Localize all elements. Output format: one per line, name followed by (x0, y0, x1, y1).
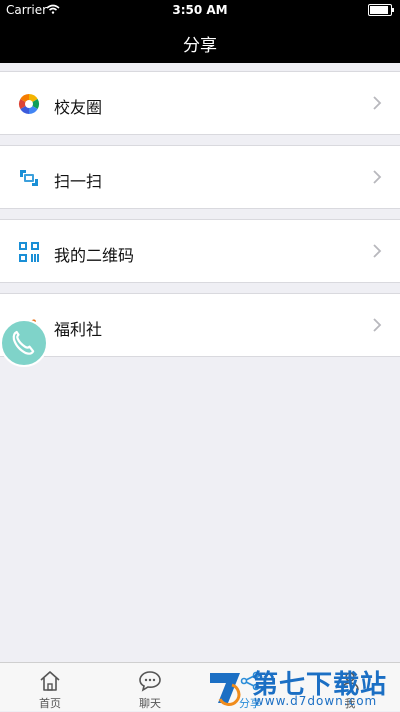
menu-item-alumni-circle[interactable]: 校友圈 (0, 71, 400, 135)
menu-item-label: 我的二维码 (54, 246, 135, 265)
qr-code-icon (19, 242, 39, 262)
top-bar: Carrier 3:50 AM 分享 (0, 0, 400, 63)
tab-chat[interactable]: 聊天 (100, 663, 200, 712)
watermark: 第七下载站 www.d7down.com (206, 662, 400, 711)
chevron-right-icon (373, 318, 382, 332)
watermark-url: www.d7down.com (254, 694, 378, 708)
watermark-logo (210, 673, 241, 707)
scan-icon (20, 170, 38, 186)
page-title: 分享 (183, 36, 217, 56)
tab-label: 聊天 (139, 697, 161, 710)
menu-item-welfare-club[interactable]: 福利社 (0, 293, 400, 357)
chat-icon (139, 671, 161, 692)
chevron-right-icon (373, 96, 382, 110)
tab-label: 首页 (39, 697, 61, 710)
menu-item-label: 扫一扫 (54, 172, 103, 191)
battery-level (370, 6, 388, 14)
chevron-right-icon (373, 170, 382, 184)
phone-icon (12, 330, 35, 355)
status-time: 3:50 AM (172, 3, 228, 17)
tab-home[interactable]: 首页 (0, 663, 100, 712)
menu-item-label: 福利社 (54, 320, 103, 339)
menu-item-label: 校友圈 (54, 98, 103, 117)
floating-call-button[interactable] (0, 319, 48, 367)
menu-item-scan[interactable]: 扫一扫 (0, 145, 400, 209)
status-bar: Carrier 3:50 AM (0, 0, 400, 20)
menu-item-my-qr-code[interactable]: 我的二维码 (0, 219, 400, 283)
home-icon (40, 671, 60, 691)
chevron-right-icon (373, 244, 382, 258)
battery-icon (368, 4, 394, 16)
aperture-icon (19, 94, 39, 114)
